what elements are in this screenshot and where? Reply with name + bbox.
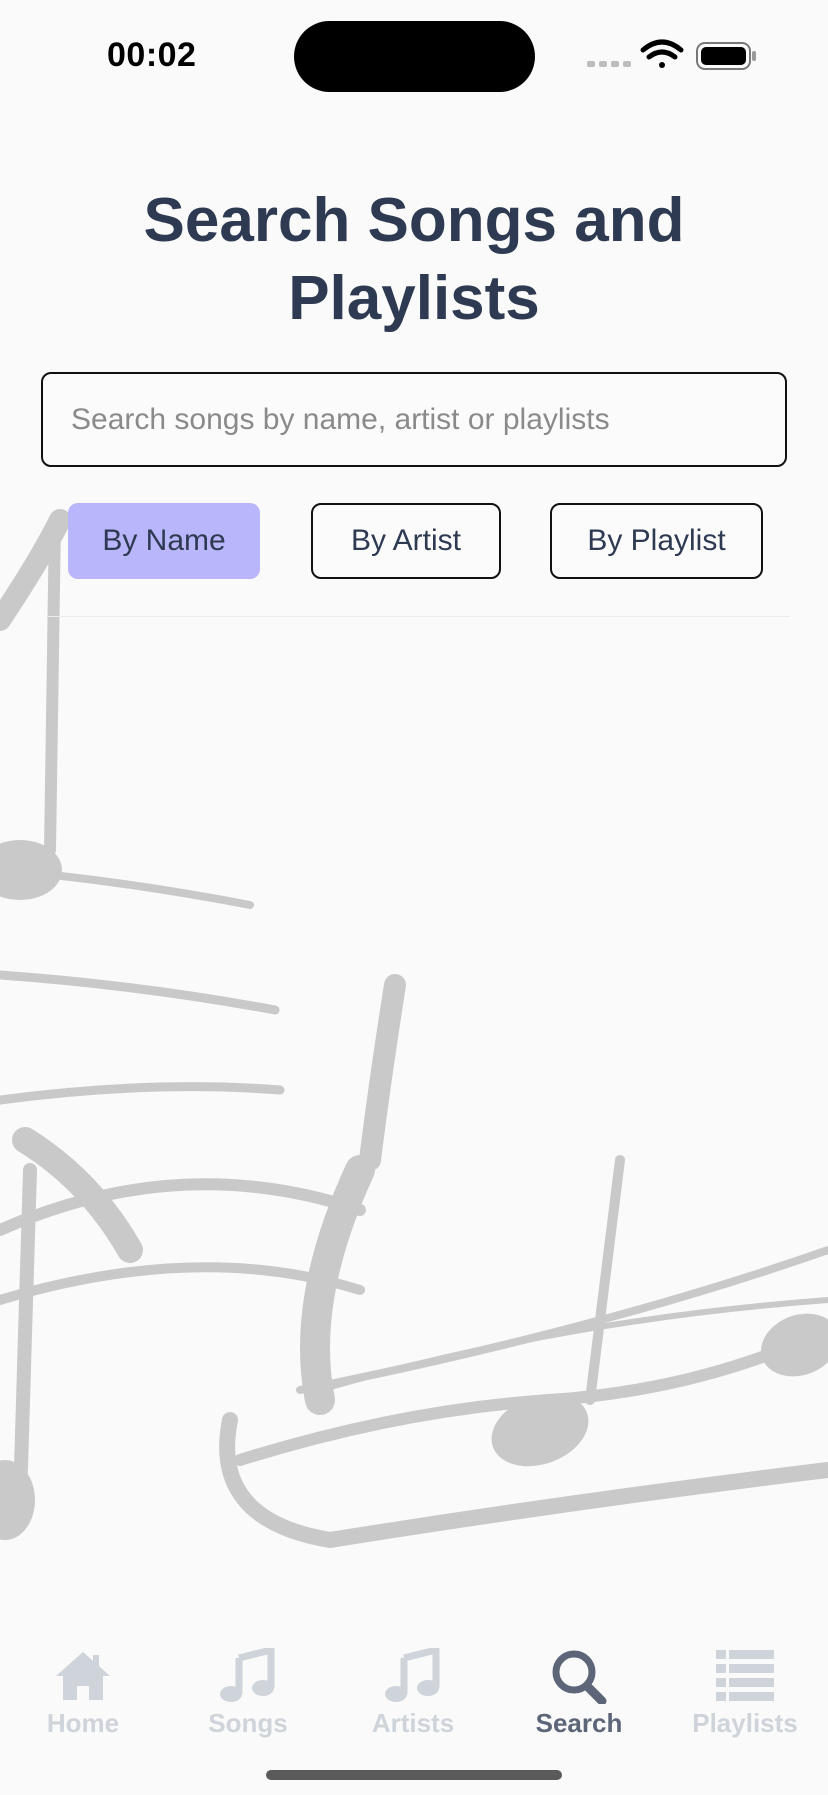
results-divider	[48, 616, 790, 617]
filter-by-name-button[interactable]: By Name	[68, 503, 260, 579]
tab-label: Playlists	[692, 1708, 798, 1738]
music-note-icon	[220, 1648, 275, 1702]
tab-label: Artists	[371, 1708, 455, 1738]
home-icon	[56, 1652, 110, 1700]
search-input[interactable]	[41, 372, 787, 467]
tab-search[interactable]: Search	[496, 1630, 662, 1745]
music-note-icon	[385, 1648, 440, 1702]
filter-by-playlist-button[interactable]: By Playlist	[550, 503, 763, 579]
battery-icon	[696, 42, 756, 70]
list-icon	[716, 1650, 774, 1701]
signal-icon	[587, 61, 631, 67]
tab-label: Search	[535, 1708, 623, 1738]
dynamic-island	[294, 21, 535, 92]
tab-label: Home	[46, 1708, 120, 1738]
home-indicator	[266, 1770, 562, 1780]
tab-songs[interactable]: Songs	[165, 1630, 331, 1745]
status-bar: 00:02	[0, 0, 828, 110]
tab-bar: Home Songs Artists Search Playlists	[0, 1630, 828, 1750]
tab-artists[interactable]: Artists	[330, 1630, 496, 1745]
filter-by-artist-button[interactable]: By Artist	[311, 503, 501, 579]
page-title: Search Songs and Playlists	[143, 186, 685, 333]
tab-label: Songs	[208, 1708, 288, 1738]
tab-home[interactable]: Home	[0, 1630, 166, 1745]
status-time: 00:02	[107, 36, 197, 74]
wifi-icon	[640, 39, 684, 68]
magnifier-icon	[552, 1650, 607, 1704]
status-icons	[587, 39, 756, 70]
tab-playlists[interactable]: Playlists	[662, 1630, 828, 1745]
